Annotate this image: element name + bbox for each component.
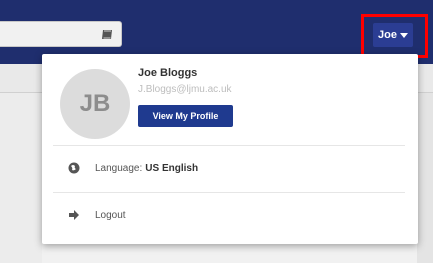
right-panel: [417, 93, 433, 263]
search-field[interactable]: [0, 21, 122, 47]
language-menu-item[interactable]: Language: US English: [68, 162, 198, 174]
logout-menu-item[interactable]: Logout: [68, 209, 126, 221]
globe-icon: [68, 162, 80, 174]
divider: [53, 145, 405, 146]
avatar-initials: JB: [79, 90, 111, 117]
language-label: Language:: [95, 162, 143, 174]
left-panel: [0, 93, 42, 263]
profile-email: J.Bloggs@ljmu.ac.uk: [138, 84, 232, 95]
highlight-box: [361, 14, 428, 58]
avatar: JB: [60, 69, 130, 139]
divider: [53, 192, 405, 193]
view-profile-button[interactable]: View My Profile: [138, 105, 233, 127]
logout-label: Logout: [95, 209, 126, 221]
sign-out-icon: [69, 210, 79, 220]
user-dropdown-menu: JB Joe Bloggs J.Bloggs@ljmu.ac.uk View M…: [42, 54, 418, 244]
book-icon[interactable]: [101, 29, 113, 40]
language-value: US English: [145, 162, 199, 174]
profile-name: Joe Bloggs: [138, 67, 198, 79]
